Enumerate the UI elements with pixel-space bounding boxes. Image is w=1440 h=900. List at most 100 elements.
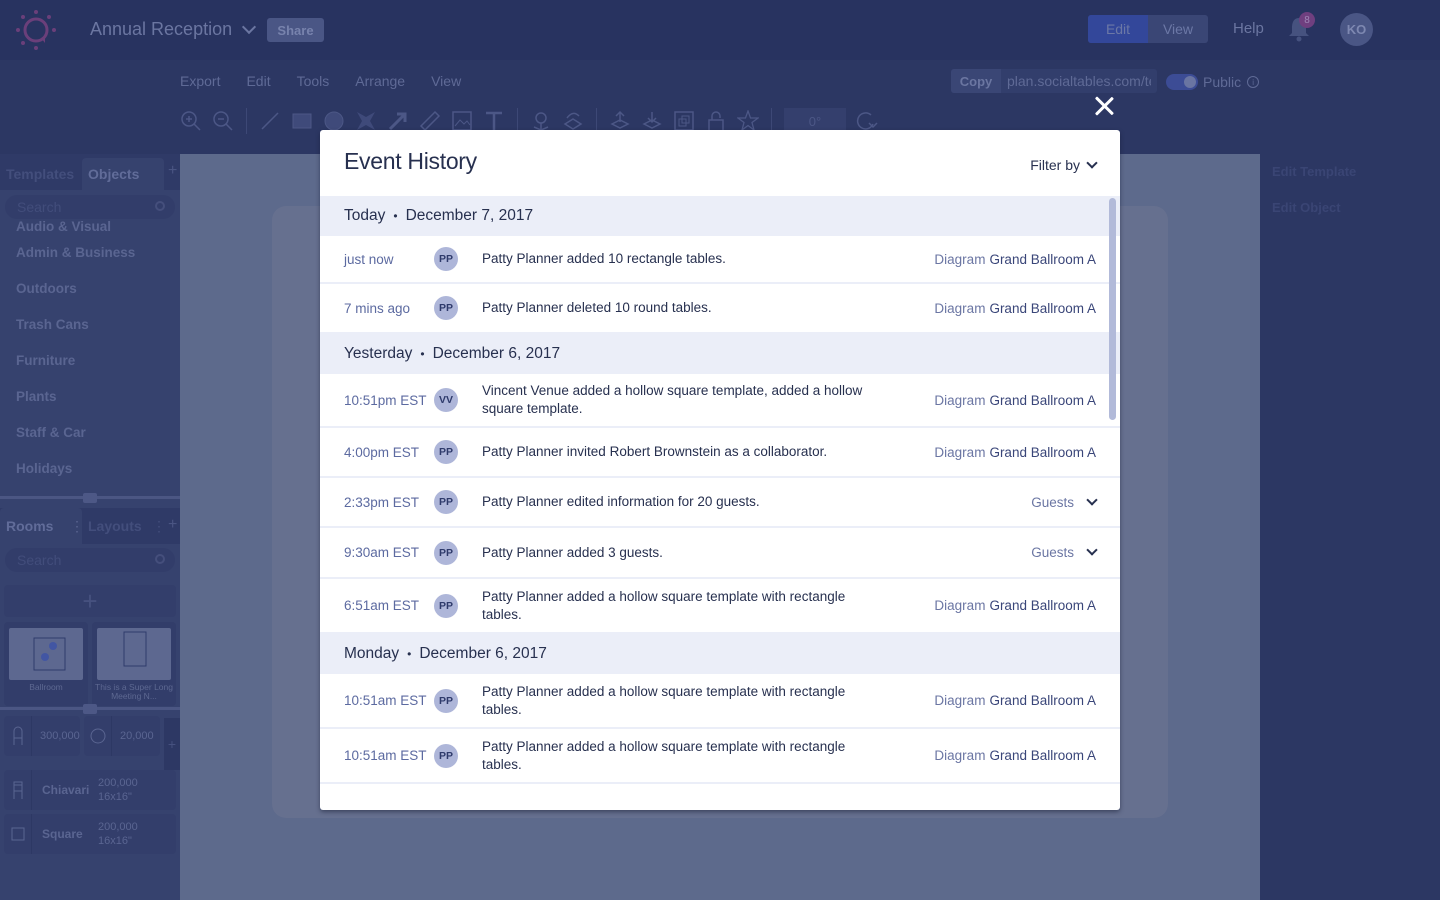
- add-item-button[interactable]: +: [164, 718, 180, 770]
- help-link[interactable]: Help: [1233, 20, 1264, 37]
- tab-templates[interactable]: Templates: [0, 158, 78, 190]
- view-mode-button[interactable]: View: [1148, 15, 1208, 43]
- logo-icon[interactable]: [14, 8, 58, 52]
- text-icon[interactable]: [483, 110, 505, 132]
- menu-view[interactable]: View: [431, 73, 461, 89]
- entry-kind: Diagram: [934, 392, 986, 408]
- edit-mode-button[interactable]: Edit: [1088, 15, 1148, 43]
- diagram-link[interactable]: Grand Ballroom A: [989, 252, 1096, 267]
- resize-handle[interactable]: [83, 704, 97, 714]
- search-icon: [155, 201, 165, 211]
- bring-forward-icon[interactable]: [609, 110, 631, 132]
- entry-target: Diagram Grand Ballroom A: [934, 301, 1096, 316]
- category-item[interactable]: Plants: [16, 378, 135, 414]
- menu-tools[interactable]: Tools: [297, 73, 330, 89]
- send-backward-icon[interactable]: [641, 110, 663, 132]
- category-item[interactable]: Admin & Business: [16, 234, 135, 270]
- item-name: Square: [42, 827, 83, 841]
- diagram-link[interactable]: Grand Ballroom A: [989, 301, 1096, 316]
- project-title-dropdown[interactable]: Annual Reception: [90, 19, 257, 40]
- pin-icon[interactable]: [530, 110, 552, 132]
- item-row[interactable]: Chiavari 200,000 16x16": [4, 770, 176, 810]
- edit-template-link[interactable]: Edit Template: [1272, 164, 1356, 179]
- scrollbar[interactable]: [1109, 198, 1116, 420]
- day-label: Yesterday: [344, 345, 413, 362]
- category-item[interactable]: Outdoors: [16, 270, 135, 306]
- resize-handle[interactable]: [83, 493, 97, 503]
- entry-target: Diagram Grand Ballroom A: [934, 748, 1096, 763]
- tab-objects[interactable]: Objects: [82, 158, 164, 190]
- zoom-out-icon[interactable]: [212, 110, 234, 132]
- history-list[interactable]: Today • December 7, 2017 just now PP Patty Pl…: [320, 196, 1120, 810]
- rectangle-icon[interactable]: [291, 110, 313, 132]
- entry-description: Patty Planner added a hollow square temp…: [482, 588, 846, 622]
- add-room-button[interactable]: +: [4, 585, 176, 617]
- menu-export[interactable]: Export: [180, 73, 220, 89]
- entry-time: 10:51am EST: [344, 748, 427, 763]
- unlock-icon[interactable]: [705, 110, 727, 132]
- chair-count: 300,000: [4, 716, 80, 756]
- star-shape-icon[interactable]: [355, 110, 377, 132]
- entry-description: Patty Planner added 10 rectangle tables.: [482, 251, 726, 266]
- category-item[interactable]: Audio & Visual: [16, 216, 135, 234]
- diagram-link[interactable]: Grand Ballroom A: [989, 393, 1096, 408]
- category-item[interactable]: Trash Cans: [16, 306, 135, 342]
- add-layout-icon[interactable]: +: [168, 516, 177, 534]
- diagram-link[interactable]: Grand Ballroom A: [989, 598, 1096, 613]
- room-card[interactable]: This is a Super Long Meeting N...: [92, 622, 176, 706]
- rotate-icon[interactable]: [856, 110, 878, 132]
- copy-url-button[interactable]: Copy: [951, 69, 1001, 93]
- user-avatar: PP: [434, 540, 458, 565]
- day-date: December 6, 2017: [432, 345, 561, 362]
- left-panel: Templates Objects + Search Audio & Visua…: [0, 154, 180, 900]
- category-item[interactable]: Furniture: [16, 342, 135, 378]
- day-header: Monday • December 6, 2017: [320, 634, 1120, 674]
- round-table-icon: [84, 716, 112, 756]
- tab-layouts[interactable]: Layouts: [82, 508, 142, 544]
- user-avatar[interactable]: KO: [1340, 13, 1373, 46]
- category-item[interactable]: Holidays: [16, 450, 135, 486]
- image-icon[interactable]: [451, 110, 473, 132]
- entry-target: Diagram Grand Ballroom A: [934, 252, 1096, 267]
- add-tab-icon[interactable]: +: [168, 162, 177, 180]
- event-history-modal: Event History Filter by Today • December 7…: [320, 130, 1120, 810]
- entry-target: Diagram Grand Ballroom A: [934, 693, 1096, 708]
- group-icon[interactable]: [673, 110, 695, 132]
- user-avatar: PP: [434, 593, 458, 618]
- public-toggle[interactable]: [1166, 74, 1198, 90]
- edit-object-link[interactable]: Edit Object: [1272, 200, 1341, 215]
- layouts-menu-icon[interactable]: ⋮: [152, 518, 166, 535]
- guests-expand-toggle[interactable]: Guests: [1031, 544, 1098, 560]
- ruler-icon[interactable]: [419, 110, 441, 132]
- entry-target: Diagram Grand Ballroom A: [934, 445, 1096, 460]
- diagram-link[interactable]: Grand Ballroom A: [989, 445, 1096, 460]
- history-entry: [320, 784, 1120, 810]
- close-icon[interactable]: [1092, 94, 1116, 118]
- menu-arrange[interactable]: Arrange: [355, 73, 405, 89]
- share-url[interactable]: plan.socialtables.com/te: [1001, 73, 1151, 89]
- line-icon[interactable]: [259, 110, 281, 132]
- mode-toggle: Edit View: [1088, 15, 1208, 43]
- guests-expand-toggle[interactable]: Guests: [1031, 493, 1098, 510]
- circle-icon[interactable]: [323, 110, 345, 132]
- share-button[interactable]: Share: [267, 18, 324, 42]
- diagram-link[interactable]: Grand Ballroom A: [989, 748, 1096, 763]
- user-avatar: PP: [434, 490, 458, 514]
- room-card[interactable]: Ballroom: [4, 622, 88, 706]
- diagram-link[interactable]: Grand Ballroom A: [989, 693, 1096, 708]
- arrow-icon[interactable]: [387, 110, 409, 132]
- chevron-down-icon: [242, 19, 257, 34]
- star-icon[interactable]: [737, 110, 759, 132]
- filter-by-dropdown[interactable]: Filter by: [1030, 157, 1098, 173]
- room-name: This is a Super Long Meeting N...: [95, 682, 173, 701]
- info-icon[interactable]: i: [1247, 76, 1260, 88]
- item-row[interactable]: Square 200,000 16x16": [4, 814, 176, 854]
- entry-description: Patty Planner added a hollow square temp…: [482, 738, 846, 772]
- item-size: 16x16": [98, 835, 132, 847]
- zoom-in-icon[interactable]: [180, 110, 202, 132]
- rooms-search-input[interactable]: Search: [5, 548, 175, 572]
- menu-edit[interactable]: Edit: [246, 73, 270, 89]
- main-menu: Export Edit Tools Arrange View: [180, 73, 461, 89]
- category-item[interactable]: Staff & Car: [16, 414, 135, 450]
- rotate-floor-icon[interactable]: [562, 110, 584, 132]
